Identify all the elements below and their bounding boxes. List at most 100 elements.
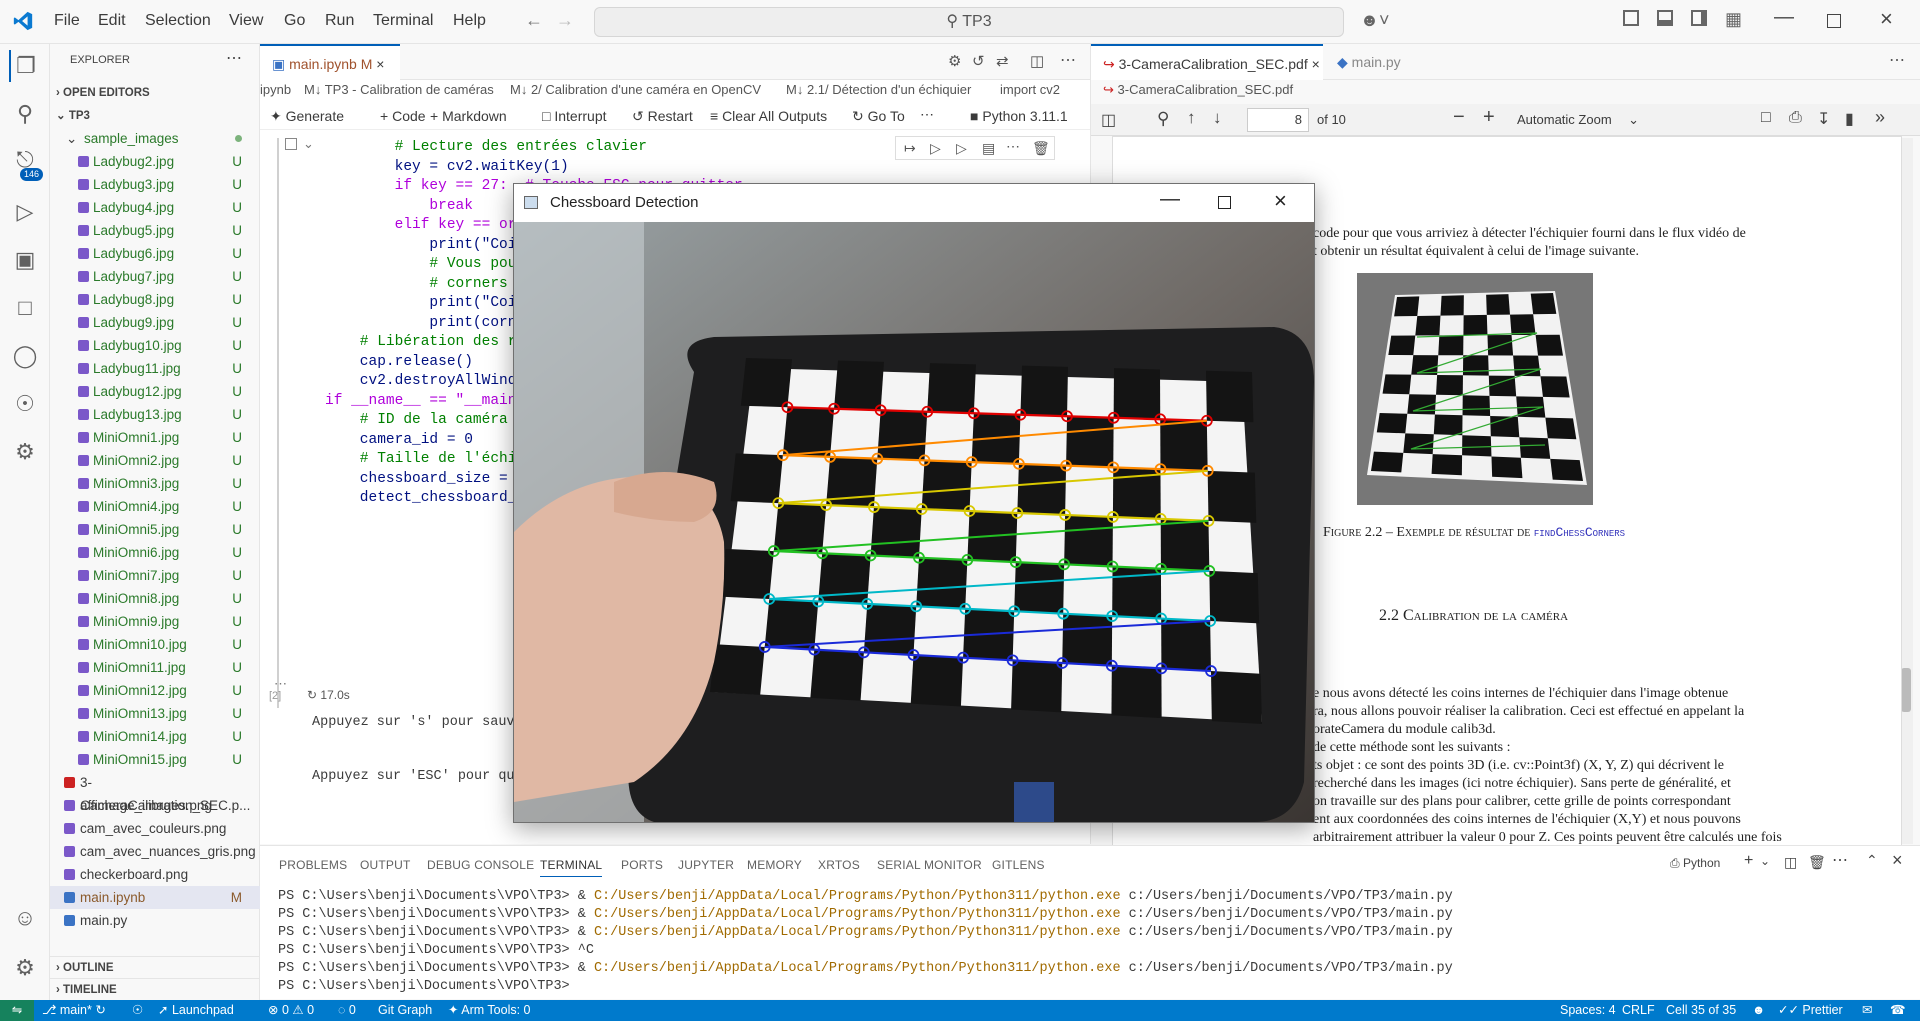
find-icon[interactable]: ⚲ <box>1157 109 1169 129</box>
search-view-icon[interactable]: ⚲ <box>9 98 41 130</box>
tab-memory[interactable]: MEMORY <box>747 858 802 872</box>
tools-expand-icon[interactable]: » <box>1875 107 1885 128</box>
close-tab-icon[interactable]: × <box>1312 56 1320 72</box>
cv-minimize-icon[interactable]: — <box>1160 188 1180 211</box>
close-tab-icon[interactable]: × <box>376 56 384 72</box>
interrupt-button[interactable]: □ Interrupt <box>542 108 607 124</box>
command-center-search[interactable]: ⚲ TP3 <box>594 7 1344 37</box>
forward-arrow-icon[interactable]: → <box>556 10 574 31</box>
more-actions-icon[interactable]: ⋯ <box>1832 850 1848 870</box>
file-item[interactable]: MiniOmni15.jpg U <box>50 748 260 771</box>
tab-serial-monitor[interactable]: SERIAL MONITOR <box>877 858 982 872</box>
compare-changes-icon[interactable]: ⇄ <box>996 52 1009 70</box>
file-item[interactable]: main.py <box>50 909 260 932</box>
extensions-icon[interactable]: ▣ <box>9 244 41 276</box>
goto-button[interactable]: ↻ Go To <box>852 108 905 125</box>
more-actions-icon[interactable]: ⋯ <box>1889 50 1905 70</box>
cv-maximize-icon[interactable] <box>1218 196 1231 209</box>
tab-main-ipynb[interactable]: ▣ main.ipynb M × <box>260 44 400 80</box>
next-page-icon[interactable]: ↓ <box>1213 108 1222 128</box>
file-item[interactable]: checkerboard.png <box>50 863 260 886</box>
menu-help[interactable]: Help <box>453 12 486 30</box>
cell-indicator[interactable]: Cell 35 of 35 <box>1666 1000 1736 1021</box>
breadcrumb-item[interactable]: M↓ 2/ Calibration d'une caméra en OpenCV <box>510 82 761 97</box>
file-item[interactable]: cam_avec_nuances_gris.png <box>50 840 260 863</box>
launchpad-indicator[interactable]: ➚ Launchpad <box>158 1000 234 1021</box>
terminal-output[interactable]: PS C:\Users\benji\Documents\VPO\TP3> & C… <box>278 888 1878 996</box>
clear-outputs-button[interactable]: ≡ Clear All Outputs <box>710 108 827 124</box>
file-item[interactable]: Ladybug13.jpg U <box>50 403 260 426</box>
tp3-root-folder[interactable]: ⌄ TP3 <box>50 105 260 127</box>
more-actions-icon[interactable]: ⋯ <box>920 106 934 123</box>
file-item[interactable]: MiniOmni8.jpg U <box>50 587 260 610</box>
file-item[interactable]: Ladybug3.jpg U <box>50 173 260 196</box>
menu-file[interactable]: File <box>54 12 80 30</box>
file-item[interactable]: MiniOmni14.jpg U <box>50 725 260 748</box>
run-debug-icon[interactable]: ▷ <box>9 196 41 228</box>
pdf-breadcrumb[interactable]: ↪ 3-CameraCalibration_SEC.pdf <box>1103 82 1293 98</box>
file-item[interactable]: Ladybug10.jpg U <box>50 334 260 357</box>
menu-edit[interactable]: Edit <box>98 12 126 30</box>
new-terminal-icon[interactable]: + <box>1744 852 1753 870</box>
file-item[interactable]: Ladybug12.jpg U <box>50 380 260 403</box>
file-item[interactable]: 3-CameraCalibration_SEC.p... <box>50 771 260 813</box>
arm-tools-indicator[interactable]: ✦ Arm Tools: 0 <box>448 1000 531 1021</box>
chevron-down-icon[interactable]: ⌄ <box>1760 854 1770 868</box>
tab-debug-console[interactable]: DEBUG CONSOLE <box>427 858 534 872</box>
file-item[interactable]: Ladybug2.jpg U <box>50 150 260 173</box>
copilot-chat-icon[interactable]: ✉ <box>1862 1000 1872 1021</box>
customize-layout-icon[interactable]: ▦ <box>1725 9 1742 30</box>
breadcrumb-item[interactable]: M↓ TP3 - Calibration de caméras <box>304 82 494 97</box>
tab-jupyter[interactable]: JUPYTER <box>678 858 734 872</box>
eol-indicator[interactable]: CRLF <box>1622 1000 1655 1021</box>
notebook-settings-icon[interactable]: ⚙ <box>948 52 961 70</box>
gitlens-status-icon[interactable]: ☉ <box>132 1000 143 1021</box>
zoom-out-icon[interactable]: − <box>1453 106 1465 129</box>
open-file-icon[interactable]: □ <box>1761 109 1771 127</box>
file-item[interactable]: Ladybug6.jpg U <box>50 242 260 265</box>
menu-run[interactable]: Run <box>325 12 354 30</box>
zoom-in-icon[interactable]: + <box>1483 106 1495 129</box>
git-graph-button[interactable]: Git Graph <box>378 1000 432 1021</box>
file-item[interactable]: Ladybug8.jpg U <box>50 288 260 311</box>
menu-terminal[interactable]: Terminal <box>373 12 433 30</box>
file-item[interactable]: MiniOmni3.jpg U <box>50 472 260 495</box>
file-item[interactable]: Ladybug11.jpg U <box>50 357 260 380</box>
tab-ports[interactable]: PORTS <box>621 858 663 872</box>
file-item[interactable]: MiniOmni12.jpg U <box>50 679 260 702</box>
toggle-secondary-sidebar-icon[interactable] <box>1691 10 1707 26</box>
scroll-thumb[interactable] <box>1901 668 1911 712</box>
copilot-status-icon[interactable]: ☻ <box>1752 1000 1765 1021</box>
print-icon[interactable]: ⎙ <box>1789 109 1802 127</box>
tab-main-py[interactable]: ◆ main.py <box>1337 44 1401 80</box>
toggle-sidebar-icon[interactable] <box>1623 10 1639 26</box>
add-code-button[interactable]: + Code <box>380 108 426 124</box>
close-panel-icon[interactable]: × <box>1892 850 1903 871</box>
folder-sample-images[interactable]: ⌄ sample_images <box>50 127 260 150</box>
cv-window-titlebar[interactable]: Chessboard Detection — × <box>514 184 1314 222</box>
manage-gear-icon[interactable]: ⚙ <box>9 952 41 984</box>
more-actions-icon[interactable]: ⋯ <box>226 48 242 68</box>
sidebar-toggle-icon[interactable]: ◫ <box>1101 110 1116 130</box>
remote-indicator-icon[interactable]: ⇋ <box>0 1000 34 1021</box>
indentation-indicator[interactable]: Spaces: 4 <box>1560 1000 1616 1021</box>
file-item[interactable]: MiniOmni13.jpg U <box>50 702 260 725</box>
toggle-panel-icon[interactable] <box>1657 10 1673 26</box>
ports-indicator[interactable]: ◌ 0 <box>338 1000 356 1021</box>
page-number-input[interactable]: 8 <box>1247 108 1309 132</box>
output-more-icon[interactable]: ⋯ <box>274 676 287 692</box>
file-item[interactable]: Ladybug7.jpg U <box>50 265 260 288</box>
chevron-down-icon[interactable]: ⌄ <box>303 136 314 152</box>
back-arrow-icon[interactable]: ← <box>525 10 543 31</box>
chessboard-detection-window[interactable]: Chessboard Detection — × <box>513 183 1315 823</box>
file-item[interactable]: MiniOmni6.jpg U <box>50 541 260 564</box>
file-item[interactable]: MiniOmni11.jpg U <box>50 656 260 679</box>
generate-button[interactable]: ✦ Generate <box>270 108 344 125</box>
tab-pdf[interactable]: ↪ 3-CameraCalibration_SEC.pdf × <box>1091 44 1323 80</box>
breadcrumb-item[interactable]: import cv2 <box>1000 82 1060 97</box>
file-item[interactable]: MiniOmni2.jpg U <box>50 449 260 472</box>
breadcrumb-item[interactable]: ipynb <box>260 82 291 97</box>
file-item[interactable]: Ladybug5.jpg U <box>50 219 260 242</box>
zoom-select[interactable]: Automatic Zoom ⌄ <box>1511 108 1645 132</box>
edge-devtools-icon[interactable]: ◯ <box>9 340 41 372</box>
